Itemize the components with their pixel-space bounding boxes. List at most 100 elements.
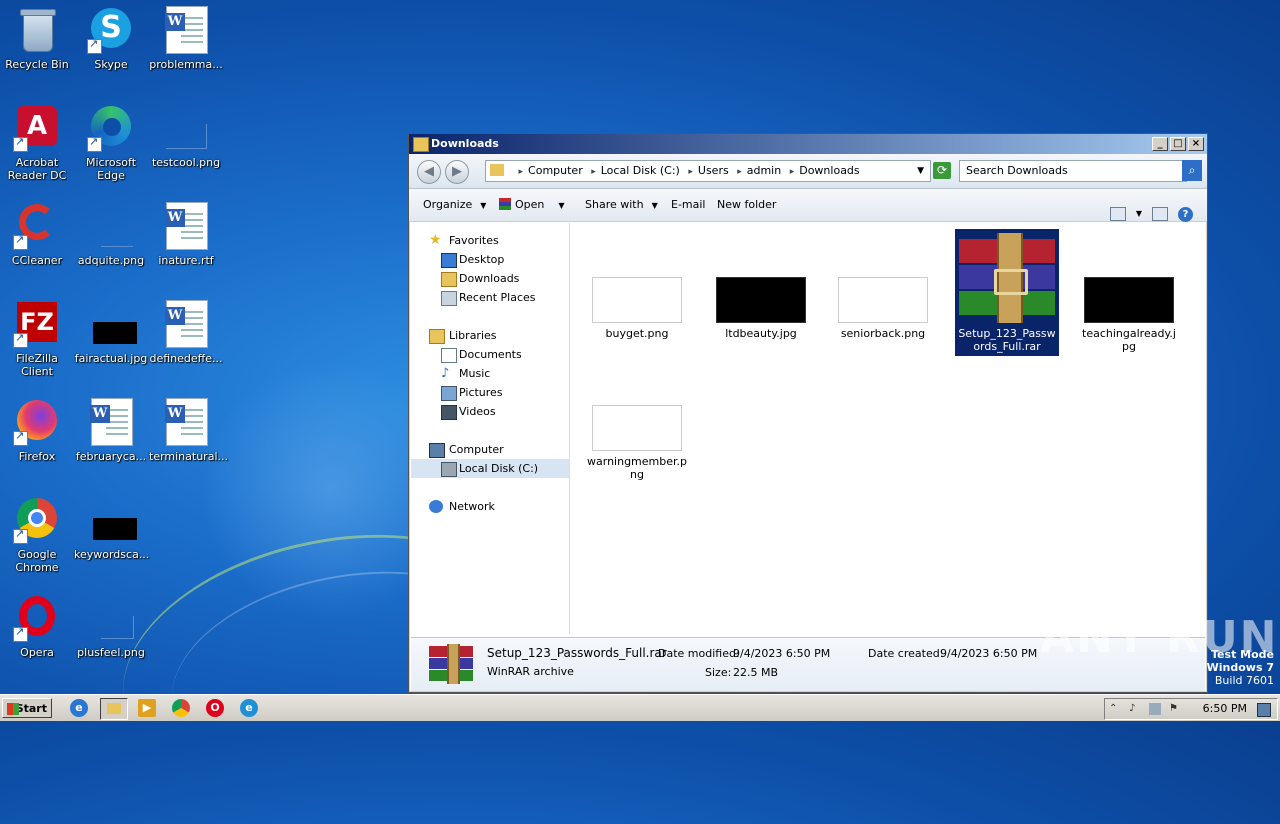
- documents-icon: [441, 348, 457, 363]
- back-button[interactable]: ◀: [417, 160, 441, 184]
- file-item[interactable]: buyget.png: [587, 277, 687, 340]
- detail-filename: Setup_123_Passwords_Full.rar: [487, 646, 667, 660]
- volume-icon[interactable]: ♪: [1129, 703, 1141, 715]
- desktop-icon-definedeffe[interactable]: W definedeffe...: [149, 300, 223, 365]
- search-input[interactable]: Search Downloads: [959, 160, 1187, 182]
- star-icon: ★: [429, 232, 442, 248]
- show-desktop-icon[interactable]: [1257, 703, 1271, 717]
- nav-documents[interactable]: Documents: [411, 345, 569, 364]
- breadcrumb-item[interactable]: Downloads: [799, 164, 859, 177]
- file-item[interactable]: teachingalready.jpg: [1079, 277, 1179, 353]
- clock[interactable]: 6:50 PM: [1203, 699, 1247, 719]
- window-titlebar[interactable]: Downloads _ □ ×: [409, 134, 1207, 154]
- desktop-icon-adquite[interactable]: adquite.png: [74, 202, 148, 267]
- desktop-icon-problemma[interactable]: W problemma...: [149, 6, 223, 71]
- desktop-icon-acrobat[interactable]: A Acrobat Reader DC: [0, 104, 74, 182]
- maximize-button[interactable]: □: [1170, 137, 1186, 151]
- navigation-pane: ★ Favorites Desktop Downloads Recent Pla…: [411, 223, 570, 634]
- breadcrumb[interactable]: ▸ Computer ▸ Local Disk (C:) ▸ Users ▸ admin…: [485, 160, 931, 182]
- internet-explorer-icon[interactable]: e: [70, 699, 88, 717]
- desktop-icon-label: CCleaner: [11, 254, 63, 267]
- word-document-icon: W: [162, 300, 210, 348]
- desktop-icon-fairactual[interactable]: fairactual.jpg: [74, 300, 148, 365]
- nav-computer[interactable]: Computer: [411, 440, 569, 459]
- chevron-down-icon[interactable]: ▼: [917, 161, 924, 181]
- refresh-icon[interactable]: ⟳: [933, 162, 951, 179]
- nav-downloads[interactable]: Downloads: [411, 269, 569, 288]
- network-tray-icon[interactable]: [1149, 703, 1161, 715]
- desktop-icon-inature[interactable]: W inature.rtf: [149, 202, 223, 267]
- file-item[interactable]: ltdbeauty.jpg: [711, 277, 811, 340]
- desktop-icon-chrome[interactable]: Google Chrome: [0, 496, 74, 574]
- nav-recent-places[interactable]: Recent Places: [411, 288, 569, 307]
- explorer-window[interactable]: Downloads _ □ × ◀ ▶ ▸ Computer ▸ Local Dis…: [408, 133, 1208, 693]
- new-folder-button[interactable]: New folder: [717, 189, 776, 221]
- chrome-taskbar-icon[interactable]: [172, 699, 190, 717]
- image-thumbnail: [838, 277, 928, 323]
- desktop-icon-recycle-bin[interactable]: Recycle Bin: [0, 6, 74, 71]
- file-item[interactable]: warningmember.png: [587, 405, 687, 481]
- word-document-icon: W: [162, 6, 210, 54]
- search-icon[interactable]: ⌕: [1182, 160, 1202, 181]
- nav-favorites[interactable]: ★ Favorites: [411, 231, 569, 250]
- open-button[interactable]: Open ▼: [499, 189, 565, 222]
- preview-pane-icon[interactable]: [1152, 207, 1168, 221]
- help-icon[interactable]: ?: [1178, 206, 1193, 222]
- desktop-icon-opera[interactable]: Opera: [0, 594, 74, 659]
- change-view-icon[interactable]: [1109, 207, 1126, 221]
- email-button[interactable]: E-mail: [671, 189, 706, 221]
- media-player-icon[interactable]: ▶: [138, 699, 156, 717]
- network-icon: [429, 500, 443, 513]
- desktop-icon-ccleaner[interactable]: CCleaner: [0, 202, 74, 267]
- file-list[interactable]: buyget.png ltdbeauty.jpg seniorback.png …: [571, 223, 1205, 634]
- breadcrumb-item[interactable]: Users: [698, 164, 729, 177]
- forward-button[interactable]: ▶: [445, 160, 469, 184]
- command-bar: Organize ▼ Open ▼ Share with ▼ E-mail New f…: [409, 189, 1207, 222]
- downloads-folder-icon: [441, 272, 457, 287]
- desktop-icon-februaryca[interactable]: W februaryca...: [74, 398, 148, 463]
- share-with-button[interactable]: Share with ▼: [585, 189, 658, 222]
- detail-created-label: Date created:: [868, 647, 944, 660]
- nav-libraries[interactable]: Libraries: [411, 326, 569, 345]
- winrar-archive-icon: [429, 644, 473, 684]
- breadcrumb-item[interactable]: admin: [747, 164, 781, 177]
- desktop-icon-label: februaryca...: [75, 450, 147, 463]
- desktop-icon-firefox[interactable]: Firefox: [0, 398, 74, 463]
- system-tray: ⌃ ♪ ⚑ 6:50 PM: [1104, 698, 1278, 720]
- nav-local-disk[interactable]: Local Disk (C:): [411, 459, 569, 478]
- nav-videos[interactable]: Videos: [411, 402, 569, 421]
- start-button[interactable]: Start: [2, 698, 52, 718]
- explorer-taskbar-button[interactable]: [100, 698, 128, 720]
- minimize-button[interactable]: _: [1152, 137, 1168, 151]
- file-item[interactable]: seniorback.png: [833, 277, 933, 340]
- folder-icon: [413, 137, 429, 152]
- desktop-icon-terminatural[interactable]: W terminatural...: [149, 398, 228, 463]
- breadcrumb-item[interactable]: Local Disk (C:): [601, 164, 680, 177]
- desktop-icon-edge[interactable]: Microsoft Edge: [74, 104, 148, 182]
- image-file-icon: [87, 202, 135, 250]
- show-hidden-icons-icon[interactable]: ⌃: [1109, 703, 1121, 715]
- desktop-icon-testcool[interactable]: testcool.png: [149, 104, 223, 169]
- flag-icon[interactable]: ⚑: [1169, 703, 1181, 715]
- nav-desktop[interactable]: Desktop: [411, 250, 569, 269]
- firefox-icon: [13, 398, 61, 446]
- computer-icon: [429, 443, 445, 458]
- desktop-icon-keywordsca[interactable]: keywordsca...: [74, 496, 149, 561]
- organize-button[interactable]: Organize ▼: [423, 189, 486, 222]
- breadcrumb-item[interactable]: Computer: [528, 164, 583, 177]
- nav-network[interactable]: Network: [411, 497, 569, 516]
- winrar-archive-icon: [959, 233, 1055, 323]
- nav-music[interactable]: ♪ Music: [411, 364, 569, 383]
- desktop-icon-plusfeel[interactable]: plusfeel.png: [74, 594, 148, 659]
- edge-taskbar-icon[interactable]: e: [240, 699, 258, 717]
- desktop-icon-skype[interactable]: S Skype: [74, 6, 148, 71]
- file-item-selected[interactable]: Setup_123_Passwords_Full.rar: [955, 229, 1059, 356]
- close-button[interactable]: ×: [1188, 137, 1204, 151]
- opera-taskbar-icon[interactable]: O: [206, 699, 224, 717]
- test-mode-notice: Test Mode Windows 7 Build 7601: [1206, 648, 1274, 687]
- opera-icon: [13, 594, 61, 642]
- nav-pictures[interactable]: Pictures: [411, 383, 569, 402]
- folder-icon: [490, 164, 504, 176]
- window-title: Downloads: [431, 137, 499, 150]
- desktop-icon-filezilla[interactable]: FZ FileZilla Client: [0, 300, 74, 378]
